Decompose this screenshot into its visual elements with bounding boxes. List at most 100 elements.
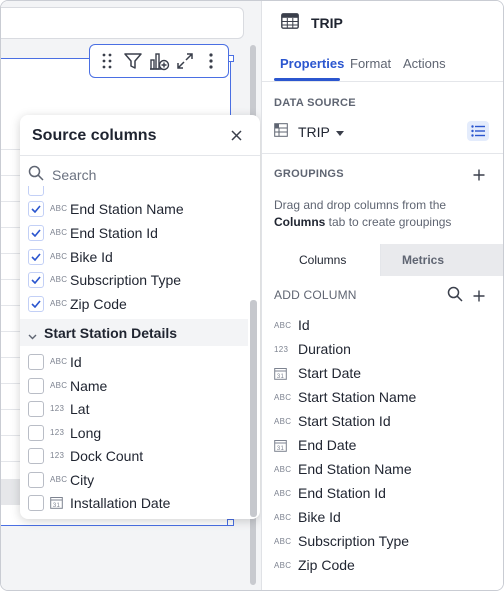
text-type-icon: ABC — [274, 512, 292, 522]
column-item[interactable]: ABC Zip Code — [274, 555, 496, 575]
column-label: End Date — [298, 437, 357, 453]
segment-metrics-label[interactable]: Metrics — [402, 253, 444, 267]
list-item[interactable]: ABC Zip Code — [20, 292, 248, 315]
canvas-area: Source columns ABC End Station — [1, 1, 261, 590]
column-label: Zip Code — [70, 295, 127, 312]
list-view-button[interactable] — [467, 121, 489, 141]
tab-format[interactable]: Format — [350, 56, 391, 71]
text-type-icon: ABC — [274, 536, 292, 546]
add-chart-icon[interactable] — [146, 48, 172, 74]
properties-panel: TRIP Properties Format Actions DATA SOUR… — [261, 1, 503, 590]
svg-text:31: 31 — [277, 374, 285, 380]
chevron-down-icon[interactable] — [28, 327, 37, 345]
column-item[interactable]: ABC Bike Id — [274, 507, 496, 527]
expand-icon[interactable] — [172, 48, 198, 74]
list-item[interactable]: ABC End Station Name — [20, 197, 248, 220]
column-label: Duration — [298, 341, 351, 357]
column-item[interactable]: 123 Duration — [274, 339, 496, 359]
checkbox[interactable] — [28, 377, 44, 394]
list-item[interactable]: ABC Name — [20, 374, 248, 397]
checkbox[interactable] — [28, 186, 44, 196]
list-item[interactable]: ABC City — [20, 468, 248, 491]
search-icon[interactable] — [447, 286, 463, 302]
list-item[interactable]: 123 Lat — [20, 397, 248, 420]
calendar-icon: 31 — [50, 496, 68, 509]
column-label: Start Station Name — [298, 389, 417, 405]
search-box[interactable] — [28, 164, 248, 186]
calendar-icon: 31 — [274, 439, 296, 452]
column-label: Dock Count — [70, 447, 144, 464]
calendar-icon: 31 — [274, 367, 296, 380]
popup-title: Source columns — [32, 127, 157, 144]
checkbox-checked[interactable] — [28, 248, 44, 265]
column-list: ABC End Station Name ABC End Station Id … — [20, 186, 260, 519]
table-icon — [274, 122, 288, 142]
resize-handle[interactable] — [227, 519, 234, 526]
groupings-hint: Drag and drop columns from the Columns t… — [274, 198, 452, 229]
text-type-icon: ABC — [50, 252, 68, 261]
popup-scrollbar[interactable] — [250, 300, 257, 517]
checkbox-checked[interactable] — [28, 271, 44, 288]
list-item[interactable]: 31 Installation Date — [20, 491, 248, 514]
checkbox[interactable] — [28, 494, 44, 511]
checkbox[interactable] — [28, 400, 44, 417]
checkbox[interactable] — [28, 471, 44, 488]
add-column-icon[interactable] — [473, 289, 485, 302]
column-item[interactable]: ABC Start Station Id — [274, 411, 496, 431]
column-label: Long — [70, 424, 102, 441]
table-icon — [281, 12, 299, 34]
text-type-icon: ABC — [50, 475, 68, 484]
column-item[interactable]: 31 Start Date — [274, 363, 496, 383]
tab-properties[interactable]: Properties — [280, 56, 344, 71]
text-type-icon: ABC — [50, 228, 68, 237]
column-label: Id — [298, 317, 310, 333]
segment-columns-label[interactable]: Columns — [299, 253, 346, 267]
add-grouping-icon[interactable] — [473, 168, 485, 181]
number-type-icon: 123 — [50, 451, 65, 460]
data-source-selector[interactable]: TRIP — [274, 121, 496, 143]
list-item[interactable]: ABC Bike Id — [20, 245, 248, 268]
text-type-icon: ABC — [274, 392, 292, 402]
list-item[interactable]: ABC Subscription Type — [20, 268, 248, 291]
group-header[interactable]: Start Station Details — [20, 319, 248, 346]
column-item[interactable]: ABC Subscription Type — [274, 531, 496, 551]
column-label: Id — [70, 353, 82, 370]
close-icon[interactable] — [228, 127, 244, 143]
column-label: End Station Id — [70, 224, 158, 241]
panel-header: TRIP — [281, 12, 343, 34]
column-label: Installation Date — [70, 494, 171, 511]
divider — [262, 153, 503, 154]
column-label: End Station Id — [298, 485, 386, 501]
text-type-icon: ABC — [274, 560, 292, 570]
text-type-icon: ABC — [50, 381, 68, 390]
tab-actions[interactable]: Actions — [403, 56, 446, 71]
search-input[interactable] — [52, 167, 232, 183]
filter-icon[interactable] — [120, 48, 146, 74]
data-source-name: TRIP — [298, 124, 330, 140]
list-item[interactable]: 123 Long — [20, 421, 248, 444]
group-label: Start Station Details — [44, 324, 178, 341]
text-type-icon: ABC — [50, 275, 68, 284]
checkbox[interactable] — [28, 424, 44, 441]
column-item[interactable]: ABC Id — [274, 315, 496, 335]
list-item[interactable]: ABC End Station Id — [20, 221, 248, 244]
column-item[interactable]: ABC End Station Id — [274, 483, 496, 503]
list-item[interactable]: ABC Id — [20, 350, 248, 373]
list-item[interactable]: 123 Dock Count — [20, 444, 248, 467]
canvas-top-field[interactable] — [1, 7, 244, 39]
data-source-heading: DATA SOURCE — [274, 97, 356, 109]
element-toolbar — [89, 44, 229, 78]
column-item[interactable]: 31 End Date — [274, 435, 496, 455]
column-item[interactable]: ABC End Station Name — [274, 459, 496, 479]
more-options-icon[interactable] — [198, 48, 224, 74]
drag-handle-icon[interactable] — [94, 48, 120, 74]
caret-down-icon — [335, 123, 344, 141]
column-item[interactable]: ABC Start Station Name — [274, 387, 496, 407]
checkbox-checked[interactable] — [28, 224, 44, 241]
checkbox-checked[interactable] — [28, 295, 44, 312]
checkbox[interactable] — [28, 353, 44, 370]
panel-title: TRIP — [311, 15, 343, 31]
checkbox[interactable] — [28, 447, 44, 464]
app-frame: Source columns ABC End Station — [0, 0, 504, 591]
checkbox-checked[interactable] — [28, 200, 44, 217]
